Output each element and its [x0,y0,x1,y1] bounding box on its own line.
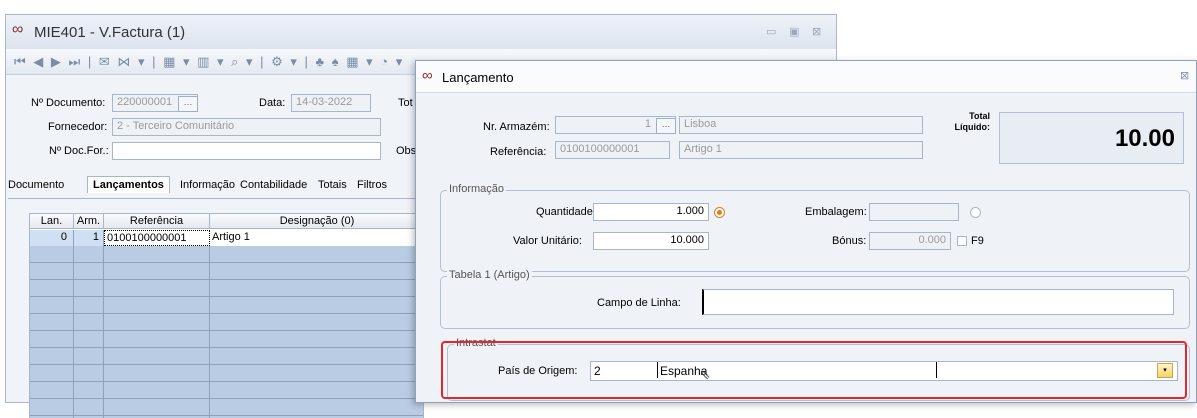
grid-cell-arm: 1 [74,230,104,246]
doc-number-label: Nº Documento: [31,97,106,109]
referencia-label: Referência: [490,146,547,158]
grid-header-referencia[interactable]: Referência [104,214,210,229]
invoice-window-titlebar: ∞ MIE401 - V.Factura (1) ▭ ▣ ⊠ [6,15,836,49]
toolbar-icons[interactable]: ⏮ ◀ ▶ ⏭ | ✉ ⋈ ▾ | ▦ ▾ ▥ ▾ ⌕ ▾ | ⚙ ▾ | ♣ … [14,54,404,70]
document-tabs: Documento Lançamentos Informação Contabi… [6,175,426,197]
tab-filtros[interactable]: Filtros [357,179,387,191]
supplier-field[interactable]: 2 - Terceiro Comunitário [112,118,381,136]
tab-contabilidade[interactable]: Contabilidade [240,179,307,191]
tab-documento[interactable]: Documento [8,179,64,191]
total-value: 10.00 [999,112,1184,164]
doc-number-lookup-button[interactable]: … [178,96,198,112]
date-label: Data: [259,97,286,109]
grid-col-divider [103,246,104,418]
quantidade-radio[interactable] [714,207,725,218]
armazem-lookup-button[interactable]: … [656,118,676,134]
grid-cell-referencia[interactable]: 0100100000001 [104,230,210,246]
supplier-label: Fornecedor: [48,121,108,133]
highlight-box [441,341,1187,399]
armazem-label: Nr. Armazém: [483,121,550,133]
tab-divider [8,198,426,199]
tab-informacao[interactable]: Informação [180,179,235,191]
dialog-close-icon[interactable]: ⊠ [1180,69,1189,82]
valor-unitario-field[interactable]: 10.000 [593,232,709,250]
app-logo-icon: ∞ [422,67,433,84]
tab-lancamentos[interactable]: Lançamentos [87,176,170,193]
embalagem-radio[interactable] [970,207,981,218]
grid-empty-rows [30,246,423,418]
campo-linha-field[interactable] [702,289,1174,315]
informacao-group-title: Informação [447,183,507,195]
f9-checkbox[interactable] [957,236,967,246]
dialog-titlebar: ∞ Lançamento ⊠ [416,61,1196,93]
quantidade-field[interactable]: 1.000 [593,203,709,221]
total-label: Total [969,111,990,121]
campo-linha-label: Campo de Linha: [597,297,681,309]
valor-unitario-label: Valor Unitário: [513,235,582,247]
invoice-window-title: MIE401 - V.Factura (1) [34,24,186,41]
observations-label: Obs [396,145,417,157]
grid-cell-lan: 0 [30,230,74,246]
minimize-icon[interactable]: ▭ [766,25,776,38]
grid-header-lan[interactable]: Lan. [30,214,74,229]
tab-totais[interactable]: Totais [318,179,347,191]
referencia-field[interactable]: 0100100000001 [555,141,670,159]
tabela-group-title: Tabela 1 (Artigo) [447,269,532,281]
tabela-group: Tabela 1 (Artigo) Campo de Linha: [440,269,1190,329]
grid-cell-designacao: Artigo 1 [210,230,425,246]
table-row[interactable]: 0 1 0100100000001 Artigo 1 [30,230,425,246]
grid-header-designacao[interactable]: Designação (0) [210,214,425,229]
app-logo-icon: ∞ [12,21,24,38]
liquido-label: Líquido: [954,122,991,132]
supplier-doc-label: Nº Doc.For.: [49,145,109,157]
embalagem-label: Embalagem: [805,206,867,218]
f9-label: F9 [971,235,984,247]
close-icon[interactable]: ⊠ [812,25,821,38]
date-field[interactable]: 14-03-2022 [291,94,371,112]
informacao-group: Informação Quantidade: 1.000 Embalagem: … [440,183,1190,272]
grid-col-divider [73,246,74,418]
bonus-field[interactable]: 0.000 [869,232,951,250]
dialog-title: Lançamento [442,70,514,85]
bonus-label: Bónus: [832,235,867,247]
lines-grid[interactable]: Lan. Arm. Referência Designação (0) 0 1 … [29,213,425,418]
referencia-name-field: Artigo 1 [679,141,923,159]
quantidade-label: Quantidade: [536,206,596,218]
armazem-name-field: Lisboa [679,116,923,134]
total-label: Tot [398,97,413,109]
grid-col-divider [209,246,210,418]
maximize-icon[interactable]: ▣ [789,25,799,38]
grid-header-arm[interactable]: Arm. [74,214,104,229]
supplier-doc-field[interactable] [112,142,381,160]
embalagem-field[interactable] [869,203,959,221]
